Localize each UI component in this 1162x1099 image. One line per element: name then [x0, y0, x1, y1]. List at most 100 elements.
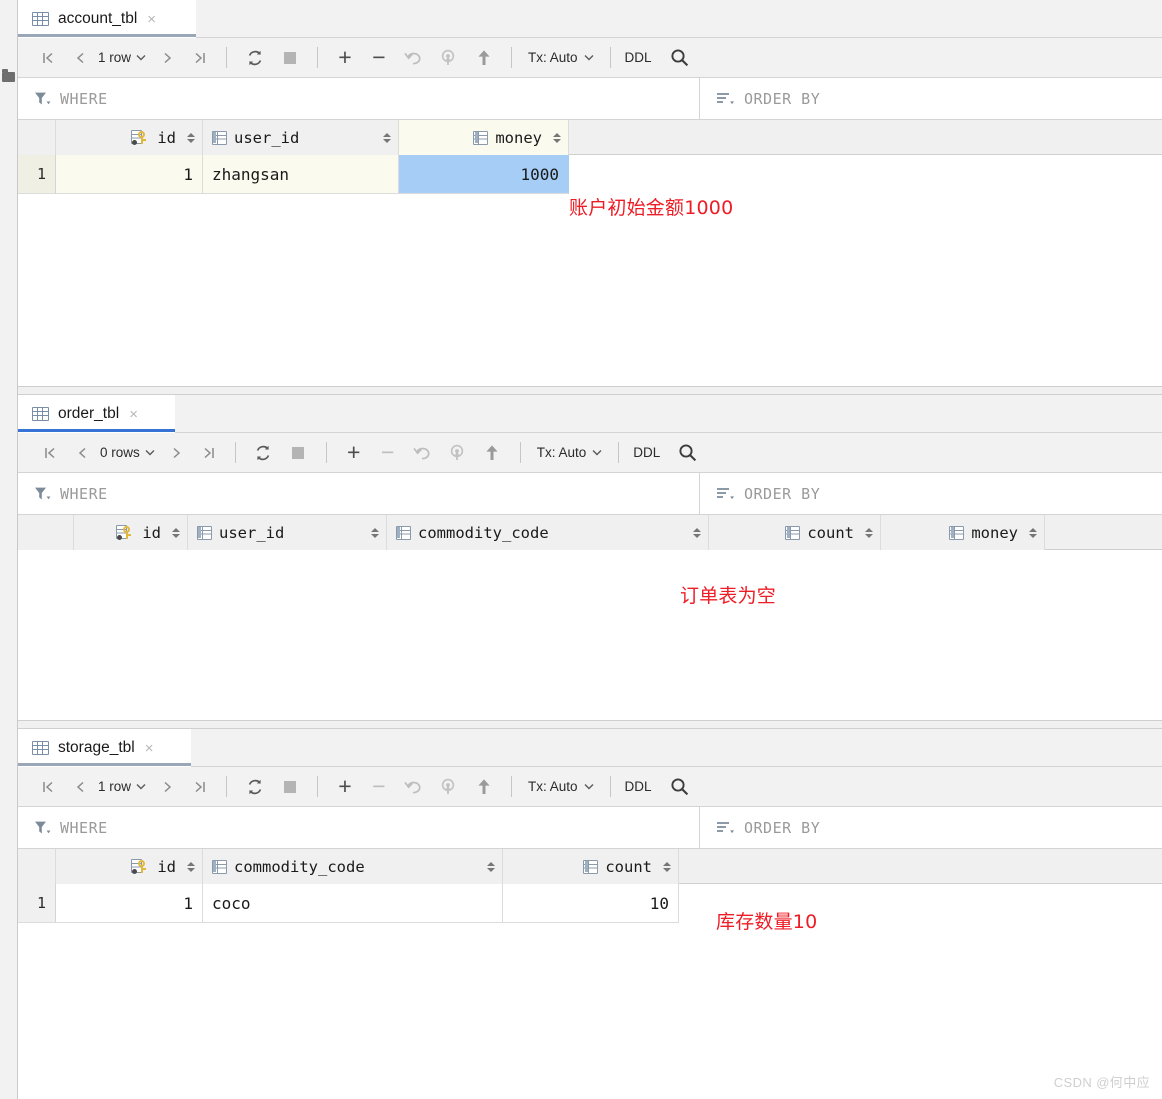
stop-button[interactable]: [272, 767, 307, 807]
search-button[interactable]: [662, 38, 697, 78]
column-header-id[interactable]: id: [74, 515, 188, 550]
add-row-button[interactable]: +: [328, 38, 362, 78]
ddl-button[interactable]: DDL: [629, 433, 664, 473]
commit-button[interactable]: [475, 433, 510, 473]
column-header-commodity-code[interactable]: commodity_code: [203, 849, 503, 884]
commit-button[interactable]: [466, 38, 501, 78]
close-icon[interactable]: ×: [147, 12, 156, 27]
add-row-button[interactable]: +: [328, 767, 362, 807]
column-header-user-id[interactable]: user_id: [188, 515, 387, 550]
delete-row-button[interactable]: −: [371, 433, 405, 473]
prev-page-button[interactable]: [64, 767, 96, 807]
search-button[interactable]: [662, 767, 697, 807]
add-row-button[interactable]: +: [337, 433, 371, 473]
first-page-button[interactable]: [34, 433, 66, 473]
last-page-button[interactable]: [193, 433, 225, 473]
grid-corner-cell[interactable]: [18, 849, 56, 884]
undo-button[interactable]: [405, 433, 440, 473]
column-header-commodity-code[interactable]: commodity_code: [387, 515, 709, 550]
grid-corner-cell[interactable]: [18, 120, 56, 155]
delete-row-button[interactable]: −: [362, 767, 396, 807]
column-header-money[interactable]: money: [399, 120, 569, 155]
column-name: count: [605, 857, 652, 876]
next-page-button[interactable]: [152, 38, 184, 78]
next-page-button[interactable]: [152, 767, 184, 807]
sort-arrows-icon[interactable]: [865, 527, 873, 538]
transaction-mode-selector[interactable]: Tx: Auto: [531, 433, 609, 473]
toolbar-order-tbl: 0 rows + − Tx: Auto DDL: [18, 433, 1162, 473]
close-icon[interactable]: ×: [129, 407, 138, 422]
row-count-label: 1 row: [98, 779, 132, 794]
cell-id[interactable]: 1: [56, 155, 203, 194]
revert-button[interactable]: [431, 38, 466, 78]
column-name: money: [971, 523, 1018, 542]
row-count-selector[interactable]: 0 rows: [98, 433, 161, 473]
tab-label: order_tbl: [58, 405, 120, 422]
next-page-button[interactable]: [161, 433, 193, 473]
column-header-money[interactable]: money: [881, 515, 1045, 550]
table-row[interactable]: 1 1 zhangsan 1000: [18, 155, 1162, 194]
sort-arrows-icon[interactable]: [1029, 527, 1037, 538]
cell-commodity-code[interactable]: coco: [203, 884, 503, 923]
ddl-button[interactable]: DDL: [621, 38, 656, 78]
tab-storage-tbl[interactable]: storage_tbl ×: [18, 729, 191, 767]
panel-splitter-2[interactable]: [18, 720, 1162, 729]
undo-button[interactable]: [396, 38, 431, 78]
revert-button[interactable]: [440, 433, 475, 473]
column-header-count[interactable]: count: [503, 849, 679, 884]
sort-arrows-icon[interactable]: [383, 132, 391, 143]
stop-button[interactable]: [272, 38, 307, 78]
first-page-button[interactable]: [32, 38, 64, 78]
cell-user-id[interactable]: zhangsan: [203, 155, 399, 194]
column-header-id[interactable]: id: [56, 120, 203, 155]
where-filter-input[interactable]: WHERE: [18, 473, 699, 515]
tab-account-tbl[interactable]: account_tbl ×: [18, 0, 196, 38]
stop-button[interactable]: [281, 433, 316, 473]
last-page-button[interactable]: [184, 38, 216, 78]
undo-button[interactable]: [396, 767, 431, 807]
close-icon[interactable]: ×: [145, 741, 154, 756]
refresh-button[interactable]: [246, 433, 281, 473]
order-by-input[interactable]: ORDER BY: [700, 807, 1162, 849]
column-header-id[interactable]: id: [56, 849, 203, 884]
commit-button[interactable]: [466, 767, 501, 807]
sort-arrows-icon[interactable]: [487, 861, 495, 872]
revert-button[interactable]: [431, 767, 466, 807]
tab-order-tbl[interactable]: order_tbl ×: [18, 395, 175, 433]
toolbar-storage-tbl: 1 row + − Tx: Auto DDL: [18, 767, 1162, 807]
last-page-button[interactable]: [184, 767, 216, 807]
sort-arrows-icon[interactable]: [553, 132, 561, 143]
table-row[interactable]: 1 1 coco 10: [18, 884, 1162, 923]
search-button[interactable]: [670, 433, 705, 473]
transaction-mode-selector[interactable]: Tx: Auto: [522, 767, 600, 807]
sort-arrows-icon[interactable]: [693, 527, 701, 538]
cell-count[interactable]: 10: [503, 884, 679, 923]
sort-arrows-icon[interactable]: [663, 861, 671, 872]
order-by-input[interactable]: ORDER BY: [700, 473, 1162, 515]
refresh-button[interactable]: [237, 38, 272, 78]
cell-id[interactable]: 1: [56, 884, 203, 923]
refresh-button[interactable]: [237, 767, 272, 807]
transaction-mode-selector[interactable]: Tx: Auto: [522, 38, 600, 78]
prev-page-button[interactable]: [64, 38, 96, 78]
column-header-user-id[interactable]: user_id: [203, 120, 399, 155]
sort-icon: [717, 92, 734, 104]
column-header-count[interactable]: count: [709, 515, 881, 550]
ddl-button[interactable]: DDL: [621, 767, 656, 807]
prev-page-button[interactable]: [66, 433, 98, 473]
chevron-down-icon: [136, 55, 146, 61]
sort-arrows-icon[interactable]: [187, 861, 195, 872]
row-count-selector[interactable]: 1 row: [96, 767, 152, 807]
delete-row-button[interactable]: −: [362, 38, 396, 78]
row-count-selector[interactable]: 1 row: [96, 38, 152, 78]
sort-arrows-icon[interactable]: [172, 527, 180, 538]
first-page-button[interactable]: [32, 767, 64, 807]
grid-corner-cell[interactable]: [18, 515, 74, 550]
panel-splitter-1[interactable]: [18, 386, 1162, 395]
sort-arrows-icon[interactable]: [371, 527, 379, 538]
cell-money[interactable]: 1000: [399, 155, 569, 194]
order-by-input[interactable]: ORDER BY: [700, 78, 1162, 120]
where-filter-input[interactable]: WHERE: [18, 807, 699, 849]
sort-arrows-icon[interactable]: [187, 132, 195, 143]
where-filter-input[interactable]: WHERE: [18, 78, 699, 120]
